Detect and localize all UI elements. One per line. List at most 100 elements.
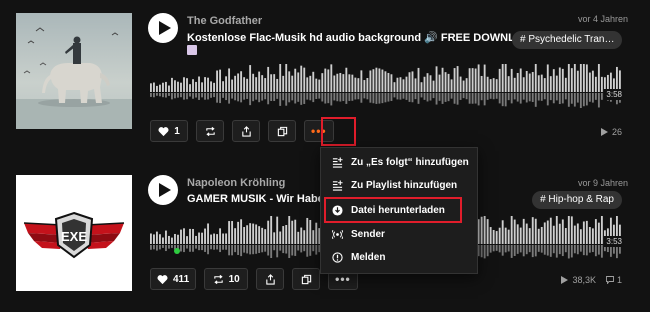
waveform-reflection-bar: [312, 93, 315, 103]
waveform-bar: [234, 228, 237, 244]
waveform-reflection-bar: [162, 93, 164, 98]
waveform-reflection-bar: [297, 93, 300, 102]
waveform-reflection-bar: [327, 93, 330, 104]
share-icon: [265, 273, 275, 285]
waveform-bar: [198, 76, 200, 92]
menu-item-station[interactable]: Sender: [321, 223, 477, 246]
like-button[interactable]: 411: [150, 268, 197, 290]
repost-button[interactable]: 10: [204, 268, 249, 290]
waveform-bar: [294, 68, 297, 92]
waveform-reflection-bar: [246, 93, 249, 99]
waveform-bar: [432, 80, 435, 92]
waveform-reflection-bar: [171, 93, 173, 100]
track-artist[interactable]: Napoleon Kröhling: [187, 177, 285, 189]
waveform-reflection-bar: [270, 245, 273, 258]
play-button[interactable]: [148, 175, 178, 205]
waveform-reflection-bar: [507, 245, 510, 252]
waveform-reflection-bar: [255, 93, 258, 100]
waveform-bar: [573, 225, 576, 244]
copy-link-button[interactable]: [292, 268, 321, 290]
more-button-highlight: [321, 117, 356, 146]
waveform-bar: [564, 77, 567, 92]
play-count-value: 26: [611, 127, 622, 137]
waveform-reflection-bar: [237, 93, 240, 102]
waveform-reflection-bar: [276, 245, 279, 258]
waveform-reflection-bar: [240, 245, 243, 257]
waveform[interactable]: [150, 64, 622, 108]
waveform-reflection-bar: [447, 93, 450, 102]
waveform-bar: [195, 81, 197, 92]
waveform-reflection-bar: [303, 245, 306, 252]
waveform-bar: [186, 78, 188, 92]
waveform-reflection-bar: [222, 245, 225, 250]
track-title[interactable]: Kostenlose Flac-Musik hd audio backgroun…: [187, 31, 539, 44]
waveform-reflection-bar: [429, 93, 432, 101]
waveform-reflection-bar: [468, 93, 471, 104]
comment-marker[interactable]: [174, 248, 180, 254]
menu-item-report[interactable]: Melden: [321, 246, 477, 269]
genre-tag[interactable]: # Psychedelic Tran…: [512, 31, 622, 49]
waveform-bar: [231, 221, 234, 244]
menu-item-download-file[interactable]: Datei herunterladen: [324, 197, 462, 223]
waveform-reflection-bar: [546, 245, 549, 256]
like-button[interactable]: 1: [150, 120, 188, 142]
track-artwork[interactable]: EXE: [16, 175, 132, 291]
waveform-reflection-bar: [582, 93, 585, 107]
menu-item-label: Datei herunterladen: [351, 204, 445, 216]
waveform-bar: [297, 231, 300, 244]
repost-button[interactable]: [196, 120, 224, 142]
waveform-bar: [309, 75, 312, 92]
waveform-bar: [501, 220, 504, 244]
waveform-bar: [495, 231, 498, 244]
waveform-reflection-bar: [432, 93, 435, 99]
waveform-reflection-bar: [162, 245, 164, 248]
waveform-reflection-bar: [258, 93, 261, 103]
waveform-reflection-bar: [534, 245, 537, 257]
waveform-reflection-bar: [528, 93, 531, 102]
waveform-reflection-bar: [219, 93, 222, 104]
waveform-reflection-bar: [267, 245, 270, 256]
comment-count: 1: [606, 275, 622, 285]
copy-icon: [301, 274, 311, 284]
copy-link-button[interactable]: [268, 120, 296, 142]
menu-item-add-to-next-up[interactable]: Zu „Es folgt“ hinzufügen: [321, 151, 477, 174]
waveform-reflection-bar: [585, 245, 588, 256]
waveform-reflection-bar: [588, 245, 591, 253]
waveform-bar: [390, 74, 393, 92]
waveform-reflection-bar: [249, 93, 252, 106]
waveform-reflection-bar: [552, 93, 555, 104]
track-artist[interactable]: The Godfather: [187, 15, 262, 27]
waveform-reflection-bar: [591, 93, 594, 103]
waveform-bar: [570, 216, 573, 244]
waveform-reflection-bar: [444, 93, 447, 102]
waveform-reflection-bar: [225, 245, 228, 250]
share-button[interactable]: [232, 120, 260, 142]
track-actions: 1 •••: [150, 120, 334, 142]
waveform-reflection-bar: [564, 245, 567, 253]
waveform-bar: [504, 64, 507, 92]
waveform-reflection-bar: [516, 245, 519, 254]
share-button[interactable]: [256, 268, 285, 290]
waveform-bar: [201, 82, 203, 92]
waveform-reflection-bar: [150, 93, 152, 97]
waveform-bar: [438, 74, 441, 92]
menu-item-add-to-playlist[interactable]: Zu Playlist hinzufügen: [321, 174, 477, 197]
waveform-bar: [174, 80, 176, 92]
waveform-reflection-bar: [363, 93, 366, 99]
waveform-reflection-bar: [558, 245, 561, 255]
waveform-bar: [198, 232, 200, 244]
waveform-reflection-bar: [204, 245, 206, 252]
waveform-reflection-bar: [420, 93, 423, 98]
comment-icon: [606, 276, 614, 284]
genre-tag[interactable]: # Hip-hop & Rap: [532, 191, 622, 209]
track-artwork[interactable]: [16, 13, 132, 129]
play-button[interactable]: [148, 13, 178, 43]
waveform-bar: [261, 227, 264, 244]
waveform-bar: [549, 76, 552, 92]
waveform-bar: [168, 235, 170, 244]
waveform-reflection-bar: [597, 93, 600, 108]
track-title[interactable]: GAMER MUSIK - Wir Haben E: [187, 193, 341, 205]
waveform-reflection-bar: [213, 93, 215, 98]
waveform-bar: [477, 64, 480, 92]
waveform-bar: [252, 73, 255, 92]
